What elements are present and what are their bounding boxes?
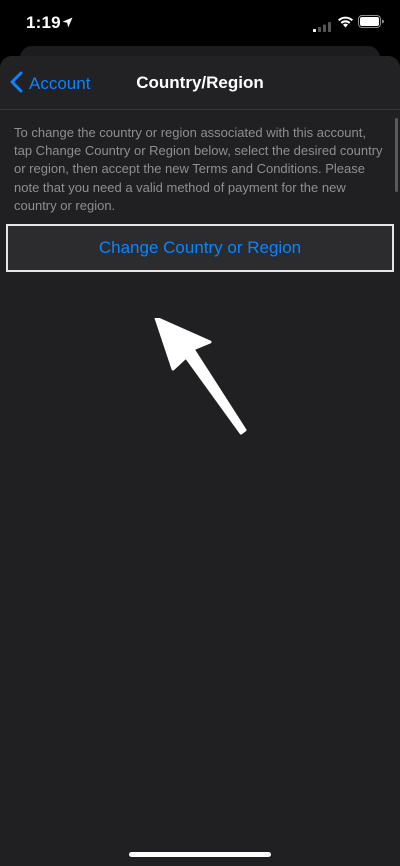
status-bar: 1:19: [0, 0, 400, 46]
info-text: To change the country or region associat…: [14, 125, 383, 213]
wifi-icon: [337, 15, 354, 33]
home-indicator: [129, 852, 271, 857]
navigation-bar: Account Country/Region: [0, 56, 400, 110]
change-country-region-label: Change Country or Region: [98, 238, 302, 257]
location-arrow-icon: [62, 15, 73, 33]
cellular-signal-icon: [313, 19, 331, 37]
pointer-arrow-icon: [150, 316, 260, 443]
change-country-region-button[interactable]: Change Country or Region: [6, 224, 394, 272]
scroll-indicator: [395, 118, 398, 192]
battery-icon: [358, 15, 385, 33]
modal-sheet: Account Country/Region To change the cou…: [0, 56, 400, 866]
status-time: 1:19: [26, 13, 61, 32]
page-title: Country/Region: [136, 73, 264, 92]
